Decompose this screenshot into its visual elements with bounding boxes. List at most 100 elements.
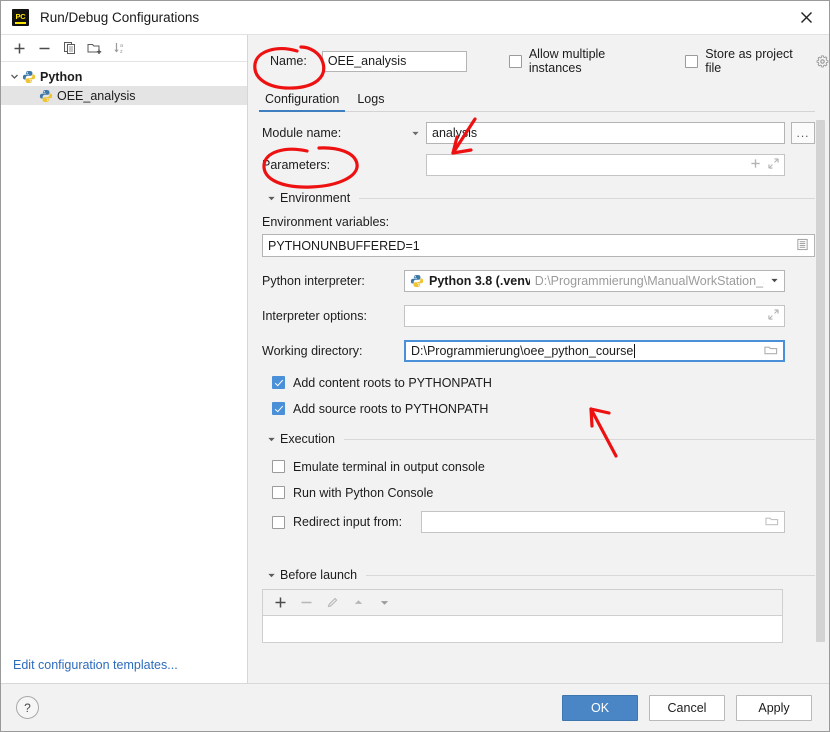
before-launch-section-header[interactable]: Before launch [262, 567, 815, 583]
parameters-row: Parameters: [262, 154, 815, 176]
module-name-label: Module name: [262, 126, 404, 140]
section-divider [344, 439, 815, 440]
redirect-input-path-field[interactable] [421, 511, 785, 533]
checkbox-box [272, 486, 285, 499]
chevron-down-icon[interactable] [7, 72, 22, 81]
add-source-roots-label: Add source roots to PYTHONPATH [293, 402, 488, 416]
plus-icon [13, 42, 26, 55]
close-button[interactable] [783, 1, 829, 33]
cancel-button[interactable]: Cancel [649, 695, 725, 721]
tab-logs[interactable]: Logs [354, 92, 387, 111]
python-interpreter-value: Python 3.8 (.venv) [429, 274, 530, 288]
plus-icon [274, 596, 287, 609]
plus-icon[interactable] [750, 158, 761, 172]
copy-configuration-button[interactable] [58, 37, 81, 59]
name-row: Name: Allow multiple instances Store as … [248, 35, 829, 87]
tree-item-python[interactable]: Python [1, 67, 247, 86]
move-down-button[interactable] [373, 592, 396, 614]
run-with-python-console-checkbox[interactable]: Run with Python Console [262, 484, 815, 501]
python-interpreter-combobox[interactable]: Python 3.8 (.venv) D:\Programmierung\Man… [404, 270, 785, 292]
python-interpreter-path: D:\Programmierung\ManualWorkStation_Su [535, 274, 764, 288]
add-task-button[interactable] [269, 592, 292, 614]
expand-icon[interactable] [768, 309, 779, 323]
allow-multiple-instances-checkbox[interactable]: Allow multiple instances [509, 47, 659, 75]
module-name-browse-button[interactable]: ... [791, 122, 815, 144]
tree-item-oee-analysis[interactable]: OEE_analysis [1, 86, 247, 105]
move-up-button[interactable] [347, 592, 370, 614]
run-debug-configurations-dialog: PC Run/Debug Configurations [0, 0, 830, 732]
store-as-project-file-checkbox[interactable]: Store as project file [685, 47, 829, 75]
environment-section-header[interactable]: Environment [262, 190, 815, 206]
tree-item-label: OEE_analysis [57, 89, 136, 103]
section-divider [366, 575, 815, 576]
tab-bar: Configuration Logs [248, 87, 829, 111]
pycharm-icon-bar [15, 22, 26, 24]
allow-multiple-instances-label: Allow multiple instances [529, 47, 659, 75]
name-input[interactable] [322, 51, 467, 72]
folder-add-icon [87, 41, 102, 55]
arrow-up-icon [353, 597, 364, 608]
execution-section-title: Execution [280, 432, 335, 446]
apply-button[interactable]: Apply [736, 695, 812, 721]
environment-variables-label: Environment variables: [262, 215, 815, 229]
chevron-down-icon[interactable] [770, 274, 779, 288]
environment-variables-value: PYTHONUNBUFFERED=1 [268, 239, 420, 253]
collapse-triangle-icon[interactable] [262, 571, 280, 580]
before-launch-section-title: Before launch [280, 568, 357, 582]
emulate-terminal-checkbox[interactable]: Emulate terminal in output console [262, 458, 815, 475]
folder-icon[interactable] [765, 515, 779, 530]
list-edit-icon[interactable] [796, 238, 809, 254]
remove-task-button[interactable] [295, 592, 318, 614]
module-name-value: analysis [432, 126, 477, 140]
collapse-triangle-icon[interactable] [262, 435, 280, 444]
edit-configuration-templates-link[interactable]: Edit configuration templates... [13, 658, 178, 672]
copy-icon [63, 41, 77, 55]
dialog-body: a z [1, 35, 829, 683]
gear-icon[interactable] [816, 55, 829, 68]
dialog-footer: ? OK Cancel Apply [1, 683, 829, 731]
configuration-editor-panel: Name: Allow multiple instances Store as … [248, 35, 829, 683]
configuration-scrollbar-thumb[interactable] [816, 120, 825, 642]
tab-configuration[interactable]: Configuration [262, 92, 342, 111]
python-interpreter-label: Python interpreter: [262, 274, 404, 288]
sort-configurations-button[interactable]: a z [108, 37, 131, 59]
before-launch-empty-list[interactable] [263, 616, 782, 642]
remove-configuration-button[interactable] [33, 37, 56, 59]
pencil-icon [326, 596, 339, 609]
svg-text:z: z [120, 49, 123, 55]
module-name-input[interactable]: analysis [426, 122, 785, 144]
chevron-down-icon [411, 129, 420, 138]
add-configuration-button[interactable] [8, 37, 31, 59]
collapse-triangle-icon[interactable] [262, 194, 280, 203]
new-folder-button[interactable] [83, 37, 106, 59]
parameters-input[interactable] [426, 154, 785, 176]
redirect-input-checkbox[interactable] [272, 516, 285, 529]
ok-button[interactable]: OK [562, 695, 638, 721]
configurations-tree: Python OEE_analysis [1, 62, 247, 683]
close-icon [800, 11, 813, 24]
execution-section-header[interactable]: Execution [262, 431, 815, 447]
add-source-roots-checkbox[interactable]: Add source roots to PYTHONPATH [262, 400, 815, 417]
configurations-toolbar: a z [1, 35, 247, 62]
store-as-project-file-label: Store as project file [705, 47, 810, 75]
redirect-input-row: Redirect input from: [262, 511, 815, 533]
working-directory-input[interactable]: D:\Programmierung\oee_python_course [404, 340, 785, 362]
working-directory-label: Working directory: [262, 344, 404, 358]
name-label: Name: [270, 54, 307, 68]
parameters-label: Parameters: [262, 158, 404, 172]
folder-icon[interactable] [764, 344, 778, 359]
edit-task-button[interactable] [321, 592, 344, 614]
before-launch-toolbar [263, 590, 782, 616]
tree-item-label: Python [40, 70, 82, 84]
help-button[interactable]: ? [16, 696, 39, 719]
expand-icon[interactable] [768, 158, 779, 172]
interpreter-options-input[interactable] [404, 305, 785, 327]
add-content-roots-label: Add content roots to PYTHONPATH [293, 376, 492, 390]
window-title: Run/Debug Configurations [40, 10, 199, 25]
environment-variables-input[interactable]: PYTHONUNBUFFERED=1 [262, 234, 815, 257]
interpreter-options-label: Interpreter options: [262, 309, 404, 323]
module-name-mode-dropdown[interactable] [404, 129, 426, 138]
add-content-roots-checkbox[interactable]: Add content roots to PYTHONPATH [262, 374, 815, 391]
configuration-tab-content: Module name: analysis ... Parameters: [248, 112, 829, 683]
minus-icon [300, 596, 313, 609]
